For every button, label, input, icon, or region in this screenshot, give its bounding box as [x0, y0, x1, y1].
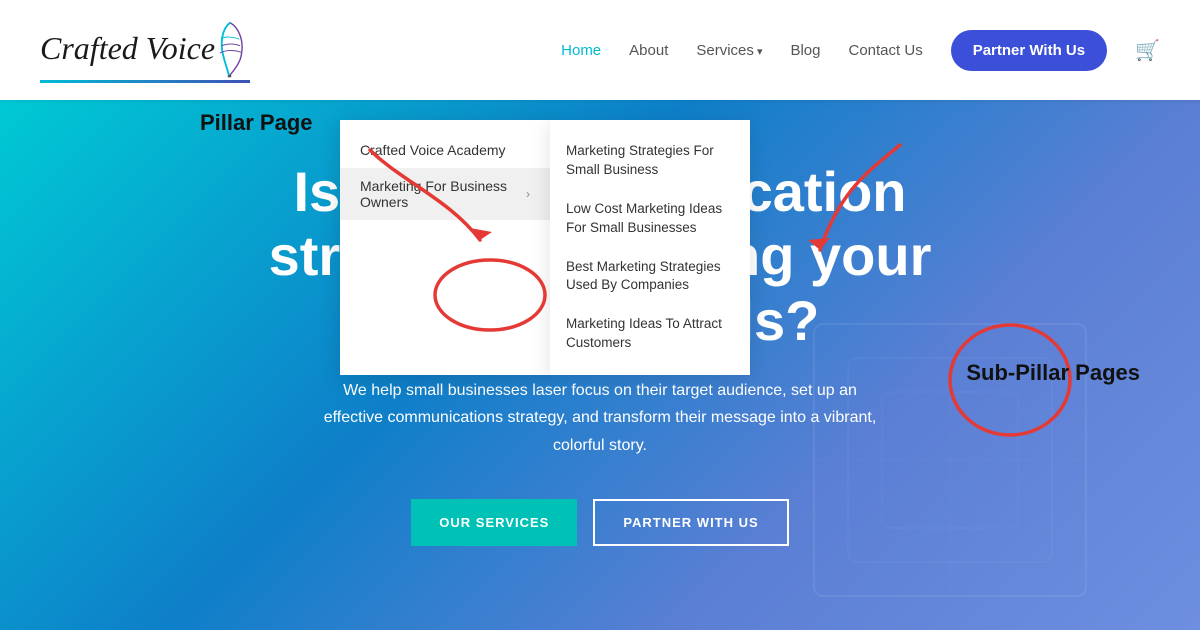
cart-icon[interactable]: 🛒 — [1135, 38, 1160, 63]
nav-contact[interactable]: Contact Us — [849, 42, 923, 59]
dropdown-sub-item-4[interactable]: Marketing Ideas To Attract Customers — [550, 305, 750, 363]
hero-buttons: OUR SERVICES PARTNER WITH US — [411, 499, 788, 546]
nav-blog[interactable]: Blog — [790, 42, 820, 59]
hero-section: Is your communication strategy supportin… — [0, 100, 1200, 630]
header: Crafted Voice Home About Services Blog C… — [0, 0, 1200, 100]
partner-with-us-button[interactable]: Partner With Us — [951, 30, 1107, 71]
main-nav: Home About Services Blog Contact Us Part… — [561, 30, 1160, 71]
dropdown-left-panel: Crafted Voice Academy Marketing For Busi… — [340, 120, 550, 375]
pillar-page-annotation: Pillar Page — [200, 110, 313, 136]
partner-with-us-hero-button[interactable]: PARTNER WITH US — [593, 499, 788, 546]
dropdown-item-academy[interactable]: Crafted Voice Academy — [340, 132, 550, 168]
logo-underline — [40, 80, 250, 83]
dropdown-sub-item-2[interactable]: Low Cost Marketing Ideas For Small Busin… — [550, 190, 750, 248]
nav-home[interactable]: Home — [561, 42, 601, 59]
logo-text: Crafted Voice — [40, 32, 215, 64]
dropdown-item-marketing[interactable]: Marketing For Business Owners › — [340, 168, 550, 220]
sub-pillar-pages-annotation: Sub-Pillar Pages — [966, 360, 1140, 386]
logo[interactable]: Crafted Voice — [40, 18, 250, 83]
nav-about[interactable]: About — [629, 42, 668, 59]
nav-services[interactable]: Services — [696, 42, 762, 59]
our-services-button[interactable]: OUR SERVICES — [411, 499, 577, 546]
logo-feather-icon — [211, 18, 249, 78]
dropdown-sub-item-1[interactable]: Marketing Strategies For Small Business — [550, 132, 750, 190]
hero-background-graphic — [780, 290, 1120, 630]
chevron-right-icon: › — [526, 187, 530, 201]
services-dropdown: Crafted Voice Academy Marketing For Busi… — [340, 120, 750, 375]
dropdown-right-panel: Marketing Strategies For Small Business … — [550, 120, 750, 375]
dropdown-sub-item-3[interactable]: Best Marketing Strategies Used By Compan… — [550, 248, 750, 306]
